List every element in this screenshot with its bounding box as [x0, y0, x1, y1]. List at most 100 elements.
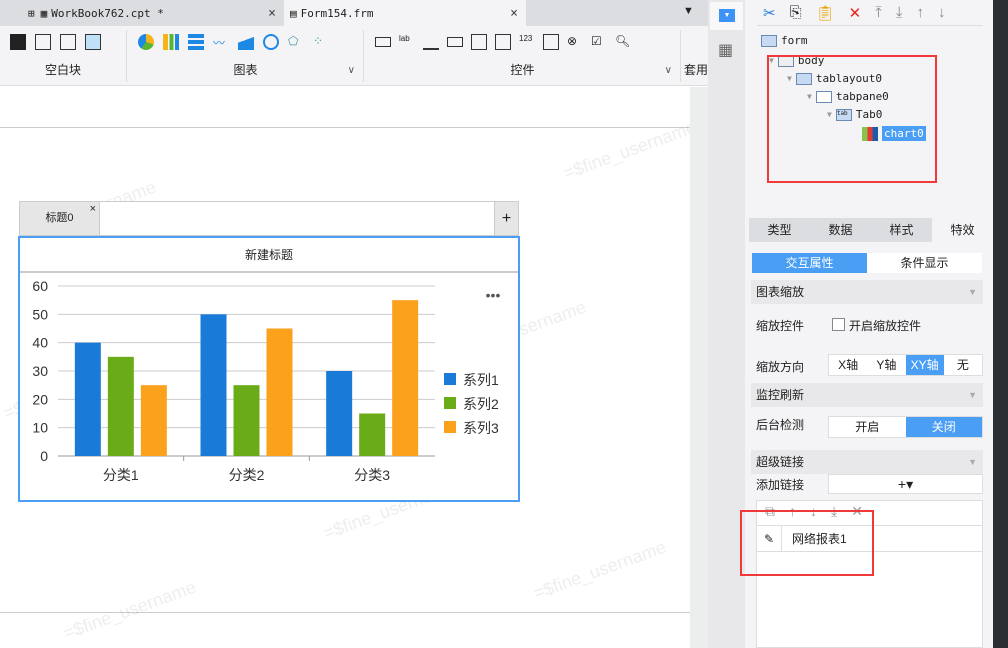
group-label: 空白块	[44, 63, 81, 77]
tree-node-form[interactable]: form	[761, 34, 808, 47]
tab-effects[interactable]: 特效	[932, 218, 993, 242]
close-icon[interactable]: ×	[510, 6, 518, 21]
move-bottom-icon[interactable]: ⤓	[896, 4, 903, 22]
property-tabs: 类型 数据 样式 特效	[749, 218, 993, 242]
vertical-scrollbar[interactable]	[690, 87, 708, 648]
y-tick-label: 10	[32, 420, 48, 436]
document-tabbar: ⊞ ▦ WorkBook762.cpt * × ▤ Form154.frm × ▼	[0, 0, 708, 26]
tab-data[interactable]: 数据	[810, 218, 871, 242]
workbook-icon: ▦	[40, 6, 48, 20]
checkbox-icon[interactable]: ☑	[591, 34, 607, 50]
area-chart-icon[interactable]	[238, 34, 254, 50]
textbox-icon[interactable]	[375, 37, 391, 47]
move-up-icon[interactable]: ↑	[917, 4, 925, 22]
widget-tree-button[interactable]: ▼	[710, 2, 743, 30]
collapse-icon: ▼	[968, 390, 977, 400]
add-tab-button[interactable]: +	[494, 202, 518, 235]
bar-系列1	[74, 342, 101, 456]
copy-icon[interactable]: ⎘	[790, 4, 802, 22]
subtab-condition[interactable]: 条件显示	[867, 253, 982, 273]
close-icon[interactable]: ×	[90, 193, 96, 226]
cut-icon[interactable]: ✂	[763, 4, 776, 22]
form-icon: ▤	[290, 6, 297, 20]
tab-menu-icon[interactable]: ▼	[683, 5, 694, 17]
move-down-icon[interactable]: ↓	[938, 4, 946, 22]
section-label: 超级链接	[756, 455, 805, 469]
line-chart-icon[interactable]: 〰	[213, 34, 229, 50]
tab-block-icon[interactable]	[35, 34, 51, 50]
absolute-block-icon[interactable]	[10, 34, 26, 50]
tab-workbook[interactable]: ⊞ ▦ WorkBook762.cpt * ×	[22, 0, 284, 26]
date-icon[interactable]	[495, 34, 511, 50]
delete-icon[interactable]: ✕	[849, 4, 862, 22]
tab-form[interactable]: ▤ Form154.frm ×	[284, 0, 526, 26]
zoom-direction-label: 缩放方向	[756, 360, 805, 374]
new-icon[interactable]: ⊞	[28, 7, 35, 20]
bar-系列1	[326, 371, 353, 456]
bg-check-on[interactable]: 开启	[829, 417, 906, 437]
background-check-selector: 开启 关闭	[828, 416, 983, 438]
textarea-icon[interactable]	[543, 34, 559, 50]
bar-系列2	[107, 356, 134, 456]
zoom-dir-none[interactable]: 无	[944, 355, 982, 375]
pie-chart-icon[interactable]	[138, 34, 154, 50]
ribbon: 空白块 〰 ⬠ ⁘ 图表 ∨ lab 123 ⊗ ☑ 🔍︎ 控件 ∨ 套用	[0, 26, 708, 86]
zoom-dir-y[interactable]: Y轴	[867, 355, 905, 375]
number-icon[interactable]: 123	[519, 34, 535, 50]
chart-plot: 0 10 20 30 40 50 60 分类1 分类2 分类3 系列1 系列2 系列3 •••	[32, 278, 500, 483]
move-top-icon[interactable]: ⤒	[875, 4, 882, 22]
group-label: 控件	[510, 63, 535, 77]
y-tick-label: 20	[32, 391, 48, 407]
tab-layout-header: 标题0 × +	[19, 201, 519, 236]
bar-chart-icon[interactable]	[163, 34, 179, 50]
legend-swatch	[444, 397, 456, 409]
combo-icon[interactable]	[471, 34, 487, 50]
paste-icon[interactable]: 📋︎	[816, 4, 835, 22]
report-block-icon[interactable]	[85, 34, 101, 50]
tab-style[interactable]: 样式	[871, 218, 932, 242]
tab-type[interactable]: 类型	[749, 218, 810, 242]
group-template: 套用	[682, 30, 708, 82]
bar-系列2	[359, 413, 386, 456]
gauge-chart-icon[interactable]	[263, 34, 279, 50]
chevron-down-icon[interactable]: ∨	[348, 65, 355, 76]
bar-系列3	[392, 300, 419, 456]
subtab-interaction[interactable]: 交互属性	[752, 253, 867, 273]
tab-title0[interactable]: 标题0 ×	[20, 202, 100, 235]
close-icon[interactable]: ×	[268, 6, 276, 21]
button-icon[interactable]	[423, 34, 439, 50]
group-label: 套用	[684, 63, 709, 77]
chevron-down-icon[interactable]: ∨	[665, 65, 672, 76]
add-link-button[interactable]: +▾	[828, 474, 983, 494]
zoom-direction-selector: X轴 Y轴 XY轴 无	[828, 354, 983, 376]
zoom-widget-checkbox[interactable]	[832, 318, 845, 331]
legend-label: 系列1	[463, 372, 499, 388]
dropdown-icon: ▼	[719, 9, 735, 22]
section-hyperlink[interactable]: 超级链接 ▼	[751, 450, 983, 474]
background-check-label: 后台检测	[756, 418, 805, 432]
group-widgets: lab 123 ⊗ ☑ 🔍︎ 控件 ∨	[365, 30, 681, 82]
bg-check-off[interactable]: 关闭	[905, 417, 982, 437]
dropdown-icon[interactable]	[447, 37, 463, 47]
tab-label: Form154.frm	[300, 6, 374, 20]
zoom-dir-xy[interactable]: XY轴	[905, 355, 944, 375]
section-monitor-refresh[interactable]: 监控刷新 ▼	[751, 383, 983, 407]
preview-icon[interactable]: 🔍︎	[615, 34, 631, 50]
radio-icon[interactable]: ⊗	[567, 34, 583, 50]
legend-label: 系列2	[463, 396, 499, 412]
section-chart-zoom[interactable]: 图表缩放 ▼	[751, 280, 983, 304]
x-tick-label: 分类2	[229, 467, 265, 483]
zoom-dir-x[interactable]: X轴	[829, 355, 867, 375]
add-link-label: 添加链接	[756, 478, 805, 492]
hbar-chart-icon[interactable]	[188, 34, 204, 50]
y-tick-label: 0	[40, 448, 48, 464]
scatter-chart-icon[interactable]: ⁘	[313, 34, 329, 50]
title-block-icon[interactable]	[60, 34, 76, 50]
radar-chart-icon[interactable]: ⬠	[288, 34, 304, 50]
group-chart: 〰 ⬠ ⁘ 图表 ∨	[128, 30, 364, 82]
label-icon[interactable]: lab	[399, 34, 415, 50]
effects-subtabs: 交互属性 条件显示	[752, 253, 982, 273]
layout-icon[interactable]: ▦	[718, 40, 733, 60]
highlight-box	[767, 55, 937, 183]
y-tick-label: 30	[32, 363, 48, 379]
